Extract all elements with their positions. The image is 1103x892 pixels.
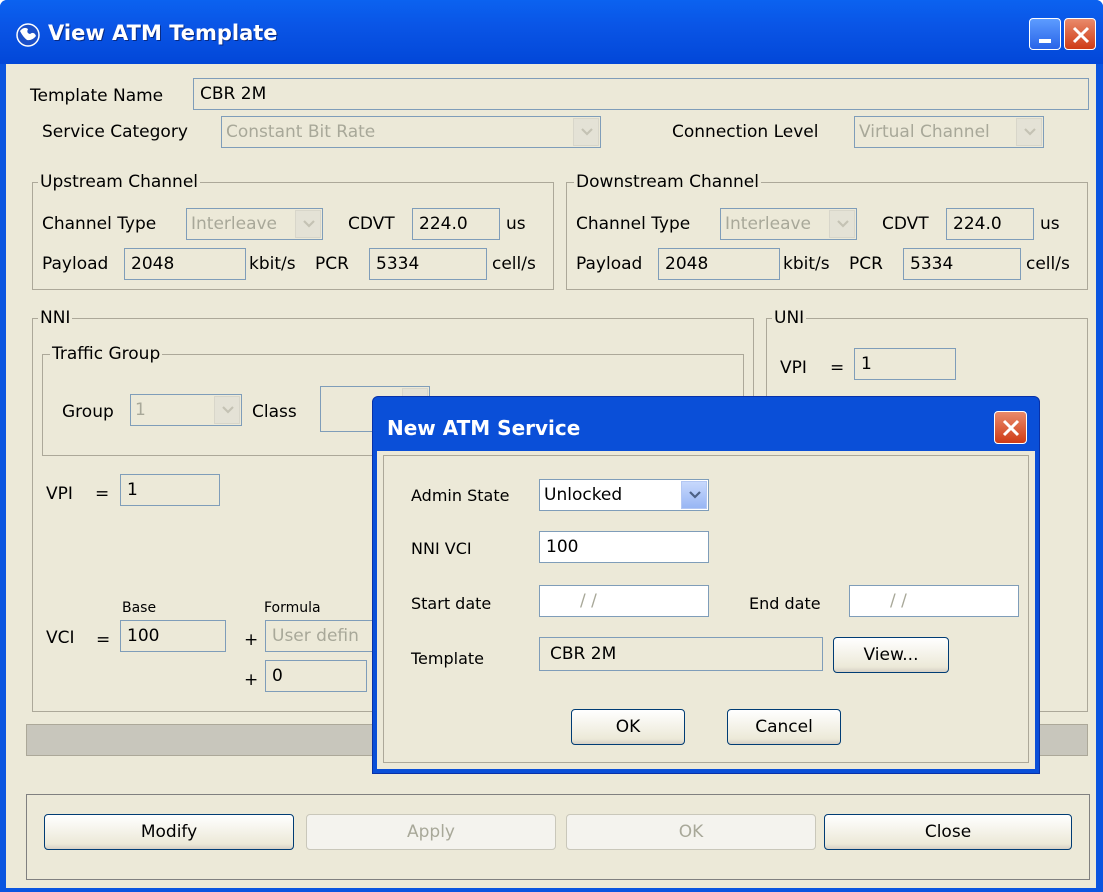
dialog-close-button[interactable] bbox=[994, 411, 1027, 444]
upstream-payload-unit: kbit/s bbox=[249, 254, 296, 274]
start-date-input[interactable]: / / bbox=[539, 585, 709, 617]
downstream-cdvt-label: CDVT bbox=[882, 214, 929, 234]
vci-label: VCI bbox=[46, 628, 75, 648]
end-date-input[interactable]: / / bbox=[849, 585, 1019, 617]
nni-vpi-equals: = bbox=[95, 484, 110, 504]
upstream-channel-type-select[interactable]: Interleave bbox=[186, 208, 323, 240]
upstream-cdvt-field[interactable]: 224.0 bbox=[412, 208, 500, 240]
uni-vpi-label: VPI bbox=[780, 358, 807, 378]
close-icon bbox=[1072, 26, 1090, 44]
service-category-select[interactable]: Constant Bit Rate bbox=[221, 116, 601, 148]
admin-state-select[interactable]: Unlocked bbox=[539, 479, 709, 511]
close-icon bbox=[1002, 419, 1020, 437]
admin-state-label: Admin State bbox=[411, 486, 510, 505]
downstream-pcr-label: PCR bbox=[849, 254, 883, 274]
base-label: Base bbox=[122, 600, 157, 616]
downstream-channel-type-value: Interleave bbox=[725, 214, 812, 234]
upstream-pcr-label: PCR bbox=[315, 254, 349, 274]
downstream-pcr-field[interactable]: 5334 bbox=[903, 248, 1021, 280]
end-date-label: End date bbox=[749, 594, 821, 613]
minimize-icon bbox=[1039, 39, 1051, 43]
downstream-pcr-unit: cell/s bbox=[1026, 254, 1070, 274]
downstream-channel-title: Downstream Channel bbox=[574, 172, 761, 192]
downstream-payload-unit: kbit/s bbox=[783, 254, 830, 274]
upstream-cdvt-label: CDVT bbox=[348, 214, 395, 234]
chevron-down-icon bbox=[214, 396, 240, 424]
nni-vci-input[interactable]: 100 bbox=[539, 531, 709, 563]
downstream-channel-type-select[interactable]: Interleave bbox=[720, 208, 857, 240]
chevron-down-icon bbox=[829, 210, 855, 238]
offset-field[interactable]: 0 bbox=[265, 660, 367, 692]
title-bar[interactable]: View ATM Template bbox=[0, 0, 1103, 64]
minimize-button[interactable] bbox=[1029, 18, 1061, 50]
formula-select[interactable]: User defin bbox=[265, 620, 375, 652]
group-select[interactable]: 1 bbox=[130, 394, 242, 426]
upstream-channel-title: Upstream Channel bbox=[38, 172, 201, 192]
dialog-cancel-button[interactable]: Cancel bbox=[727, 709, 841, 745]
window-title: View ATM Template bbox=[48, 21, 278, 45]
view-template-button[interactable]: View... bbox=[833, 637, 949, 673]
connection-level-label: Connection Level bbox=[672, 122, 819, 142]
nni-title: NNI bbox=[38, 308, 73, 328]
formula-plus: + bbox=[244, 630, 259, 650]
admin-state-value: Unlocked bbox=[544, 485, 623, 505]
dialog-body: Admin State Unlocked NNI VCI 100 Start d… bbox=[377, 451, 1035, 769]
template-name-field[interactable]: CBR 2M bbox=[193, 78, 1089, 110]
uni-vpi-equals: = bbox=[830, 358, 845, 378]
upstream-cdvt-unit: us bbox=[506, 214, 526, 234]
upstream-pcr-field[interactable]: 5334 bbox=[369, 248, 487, 280]
modify-button[interactable]: Modify bbox=[44, 814, 294, 850]
new-atm-service-dialog: New ATM Service Admin State Unlocked NNI… bbox=[372, 396, 1040, 774]
vci-equals: = bbox=[96, 630, 111, 650]
dialog-title: New ATM Service bbox=[387, 416, 581, 440]
chevron-down-icon bbox=[1016, 118, 1042, 146]
upstream-pcr-unit: cell/s bbox=[492, 254, 536, 274]
traffic-group-title: Traffic Group bbox=[50, 344, 163, 364]
chevron-down-icon bbox=[295, 210, 321, 238]
group-value: 1 bbox=[135, 400, 146, 420]
upstream-channel-type-value: Interleave bbox=[191, 214, 278, 234]
chevron-down-icon bbox=[573, 118, 599, 146]
class-label: Class bbox=[252, 402, 297, 422]
downstream-payload-field[interactable]: 2048 bbox=[658, 248, 780, 280]
uni-vpi-field[interactable]: 1 bbox=[854, 348, 956, 380]
offset-plus: + bbox=[244, 670, 259, 690]
connection-level-value: Virtual Channel bbox=[859, 122, 990, 142]
upstream-channel-type-label: Channel Type bbox=[42, 214, 157, 234]
service-category-value: Constant Bit Rate bbox=[226, 122, 376, 142]
template-label: Template bbox=[411, 649, 485, 668]
ok-button[interactable]: OK bbox=[566, 814, 816, 850]
globe-icon bbox=[16, 23, 40, 47]
close-window-button[interactable] bbox=[1064, 18, 1096, 50]
upstream-payload-label: Payload bbox=[42, 254, 109, 274]
service-category-label: Service Category bbox=[42, 122, 188, 142]
formula-label: Formula bbox=[264, 600, 321, 616]
connection-level-select[interactable]: Virtual Channel bbox=[854, 116, 1044, 148]
start-date-label: Start date bbox=[411, 594, 492, 613]
uni-title: UNI bbox=[772, 308, 807, 328]
chevron-down-icon bbox=[681, 481, 707, 509]
template-name-label: Template Name bbox=[30, 86, 164, 106]
vci-base-field[interactable]: 100 bbox=[120, 620, 226, 652]
apply-button[interactable]: Apply bbox=[306, 814, 556, 850]
downstream-payload-label: Payload bbox=[576, 254, 643, 274]
template-field[interactable]: CBR 2M bbox=[539, 637, 823, 671]
nni-vpi-field[interactable]: 1 bbox=[120, 474, 220, 506]
downstream-cdvt-field[interactable]: 224.0 bbox=[946, 208, 1034, 240]
nni-vpi-label: VPI bbox=[46, 484, 73, 504]
downstream-cdvt-unit: us bbox=[1040, 214, 1060, 234]
downstream-channel-type-label: Channel Type bbox=[576, 214, 691, 234]
group-label: Group bbox=[62, 402, 114, 422]
close-button[interactable]: Close bbox=[824, 814, 1072, 850]
dialog-ok-button[interactable]: OK bbox=[571, 709, 685, 745]
upstream-payload-field[interactable]: 2048 bbox=[124, 248, 246, 280]
nni-vci-label: NNI VCI bbox=[411, 539, 472, 558]
